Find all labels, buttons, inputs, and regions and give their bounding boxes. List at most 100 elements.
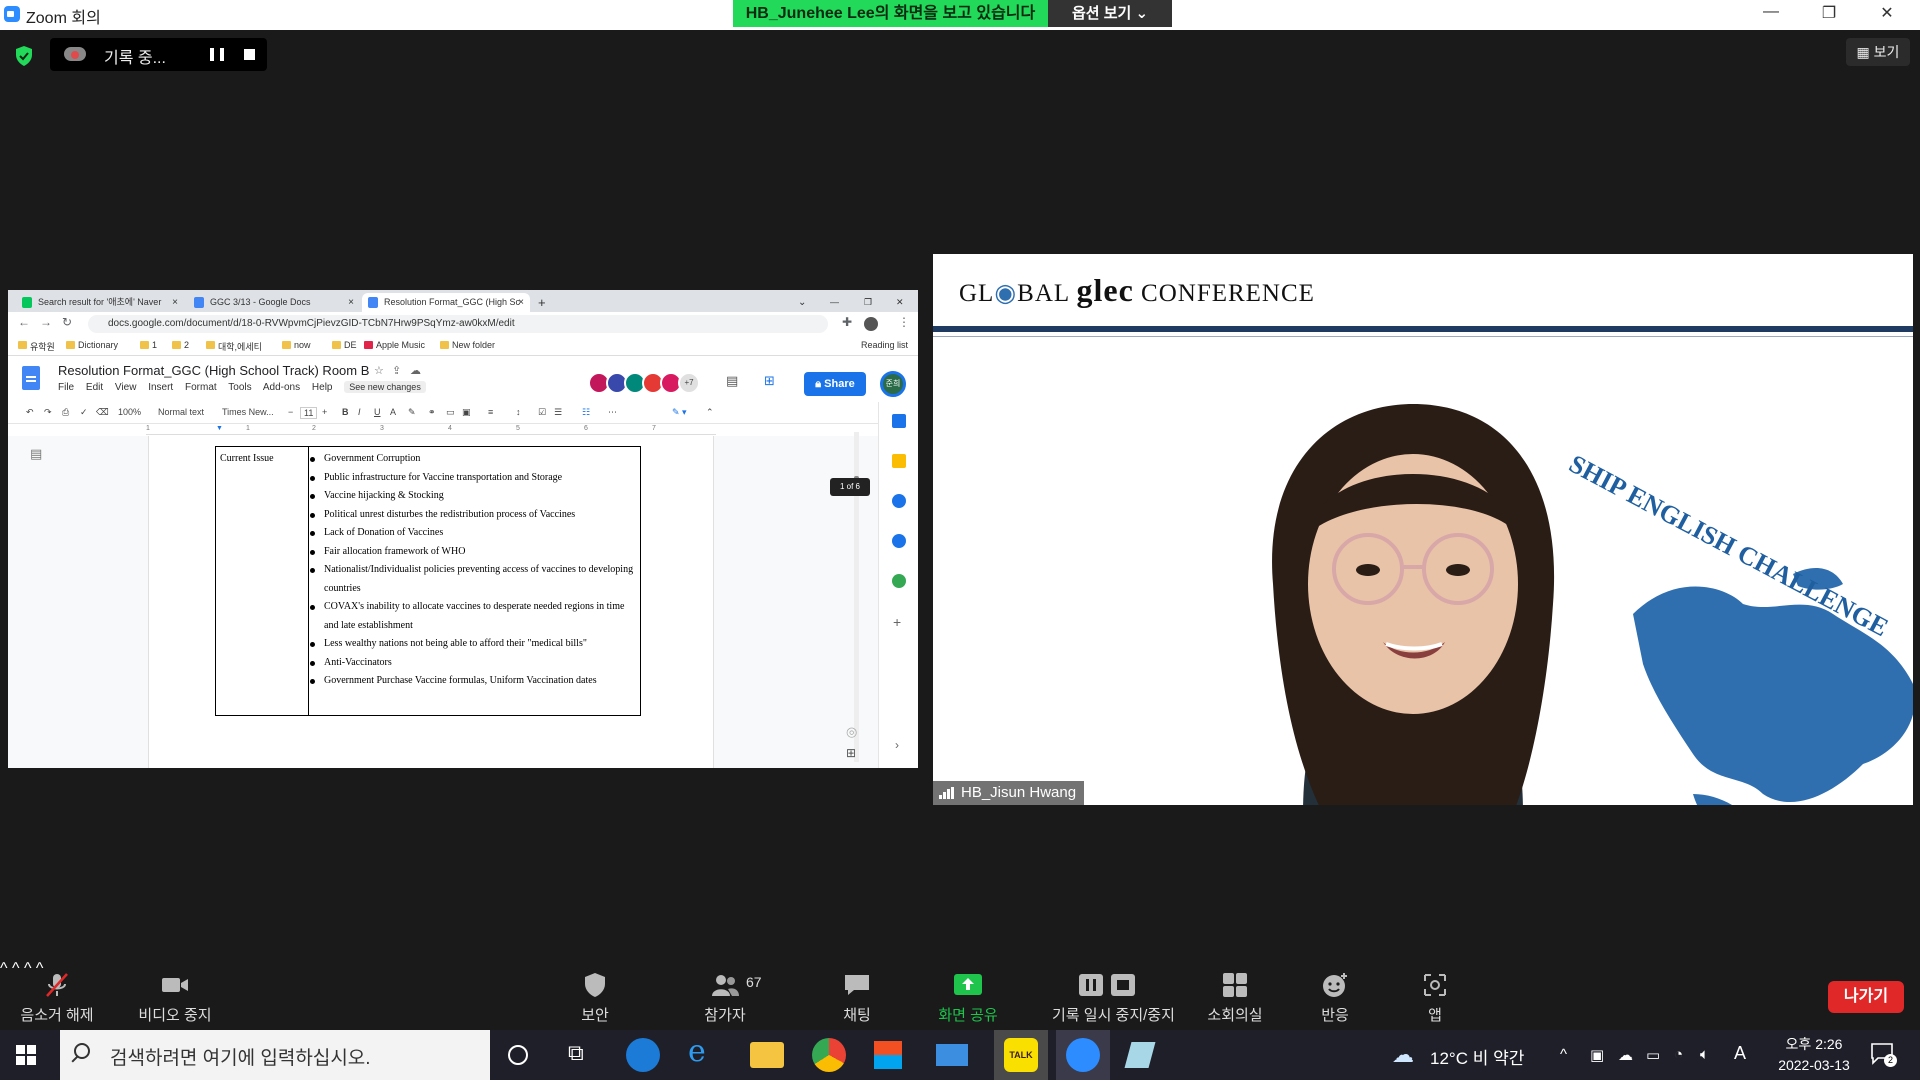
menu-format[interactable]: Format (185, 382, 217, 393)
ime-indicator[interactable]: A (1734, 1043, 1746, 1064)
redo-icon[interactable]: ↷ (44, 407, 52, 418)
minimize-button[interactable]: — (1748, 3, 1794, 27)
bookmark-item[interactable]: 유학원 (18, 340, 55, 353)
bullet-list-icon[interactable]: ☰ (554, 407, 562, 418)
stop-video-button[interactable]: 비디오 중지 (120, 960, 230, 1025)
explore-icon[interactable]: ⊞ (846, 746, 856, 760)
chat-button[interactable]: 채팅 (802, 960, 912, 1025)
security-button[interactable]: 보안 (540, 960, 650, 1025)
browser-tab-active[interactable]: Resolution Format_GGC (High Sc × (362, 293, 530, 312)
new-tab-icon[interactable]: + (528, 293, 546, 312)
menu-addons[interactable]: Add-ons (263, 382, 300, 393)
highlight-icon[interactable]: ✎ (408, 407, 416, 418)
bold-icon[interactable]: B (342, 407, 349, 417)
notepad-icon[interactable] (1124, 1042, 1156, 1068)
browser-tab[interactable]: Search result for '애초에' Naver × (16, 293, 184, 312)
stop-recording-icon[interactable] (244, 49, 255, 60)
document-page[interactable]: Current Issue Government Corruption Publ… (148, 436, 714, 768)
menu-help[interactable]: Help (312, 382, 333, 393)
bookmark-item[interactable]: 2 (172, 340, 189, 350)
breakout-rooms-button[interactable]: 소회의실 (1180, 960, 1290, 1025)
close-tab-icon[interactable]: × (348, 293, 354, 312)
address-bar[interactable]: docs.google.com/document/d/18-0-RVWpvmCj… (88, 315, 828, 333)
participants-button[interactable]: 참가자 (670, 960, 780, 1025)
volume-icon[interactable]: 🔈︎ (1700, 1046, 1709, 1063)
cortana-icon[interactable] (508, 1045, 528, 1065)
star-icon[interactable]: ☆ (374, 364, 384, 377)
font-select[interactable]: Times New... (222, 407, 274, 417)
pause-stop-recording-button[interactable]: 기록 일시 중지/중지 (1052, 960, 1175, 1025)
bookmark-item[interactable]: New folder (440, 340, 495, 350)
style-select[interactable]: Normal text (158, 407, 204, 417)
collapse-toolbar-icon[interactable]: ⌃ (706, 407, 714, 418)
calendar-icon[interactable] (892, 414, 906, 428)
link-icon[interactable]: ⚭ (428, 407, 436, 418)
spellcheck-icon[interactable]: ✓ (80, 407, 88, 418)
reload-icon[interactable]: ↻ (62, 315, 72, 329)
expand-panel-icon[interactable]: › (895, 738, 899, 752)
user-avatar[interactable]: 준희 (880, 371, 906, 397)
close-tab-icon[interactable]: × (172, 293, 178, 312)
menu-tools[interactable]: Tools (228, 382, 251, 393)
more-collaborators-badge[interactable]: +7 (678, 372, 700, 394)
extensions-icon[interactable]: ✚ (842, 315, 852, 329)
tasks-icon[interactable] (892, 494, 906, 508)
show-hidden-icons[interactable]: ^ (1560, 1046, 1567, 1063)
maximize-button[interactable]: ❐ (1806, 3, 1852, 27)
bookmark-item[interactable]: now (282, 340, 311, 350)
grammarly-icon[interactable]: ◎ (846, 724, 857, 740)
meet-now-icon[interactable]: ▣ (1590, 1046, 1604, 1064)
tab-search-icon[interactable]: ⌄ (798, 293, 806, 312)
move-folder-icon[interactable]: ⇪ (392, 364, 401, 377)
maps-icon[interactable] (892, 574, 906, 588)
pause-recording-icon[interactable] (210, 48, 224, 61)
numbered-list-icon[interactable]: ☷ (582, 407, 590, 418)
comment-icon[interactable]: ▭ (446, 407, 455, 418)
meet-present-icon[interactable]: ⊞ (764, 373, 775, 389)
menu-file[interactable]: File (58, 382, 74, 393)
text-color-icon[interactable]: A (390, 407, 396, 417)
contacts-icon[interactable] (892, 534, 906, 548)
weather-text[interactable]: 12°C 비 약간 (1430, 1044, 1524, 1069)
taskbar-search[interactable]: 검색하려면 여기에 입력하십시오. (60, 1030, 490, 1080)
internet-explorer-icon[interactable]: e (688, 1034, 722, 1069)
reading-list-button[interactable]: Reading list (861, 340, 908, 350)
task-view-icon[interactable]: ⧉ (568, 1040, 602, 1074)
font-size-input[interactable]: 11 (300, 407, 318, 419)
outline-icon[interactable]: ▤ (30, 446, 42, 462)
keep-icon[interactable] (892, 454, 906, 468)
profile-avatar[interactable] (864, 317, 878, 331)
browser-close-icon[interactable]: ✕ (896, 293, 904, 312)
browser-restore-icon[interactable]: ❐ (864, 293, 872, 312)
forward-icon[interactable]: → (40, 315, 52, 329)
align-icon[interactable]: ≡ (488, 407, 493, 417)
increase-size-icon[interactable]: + (322, 407, 327, 417)
mail-icon[interactable] (936, 1044, 968, 1066)
onedrive-icon[interactable]: ☁ (1618, 1046, 1633, 1064)
print-icon[interactable]: ⎙ (62, 407, 69, 418)
back-icon[interactable]: ← (18, 315, 30, 329)
bookmark-item[interactable]: Apple Music (364, 340, 425, 350)
editing-mode-icon[interactable]: ✎ ▾ (672, 407, 687, 418)
paint-format-icon[interactable]: ⌫ (96, 407, 109, 418)
reactions-button[interactable]: 반응 (1280, 960, 1390, 1025)
wifi-icon[interactable]: ◔ (1674, 1046, 1683, 1063)
menu-view[interactable]: View (115, 382, 137, 393)
italic-icon[interactable]: I (358, 407, 361, 417)
docs-logo-icon[interactable] (22, 366, 40, 390)
leave-meeting-button[interactable]: 나가기 (1828, 981, 1904, 1013)
menu-edit[interactable]: Edit (86, 382, 103, 393)
notification-center-icon[interactable]: 2 (1870, 1042, 1897, 1067)
share-screen-button[interactable]: 화면 공유 (913, 960, 1023, 1025)
share-button[interactable]: 🔒︎ Share (804, 372, 866, 396)
browser-minimize-icon[interactable]: — (830, 293, 839, 312)
unmute-button[interactable]: 음소거 해제 (2, 960, 112, 1025)
more-icon[interactable]: ⋯ (608, 407, 617, 418)
zoom-select[interactable]: 100% (118, 407, 141, 417)
file-explorer-icon[interactable] (750, 1042, 784, 1068)
close-button[interactable]: ✕ (1864, 3, 1910, 27)
battery-icon[interactable]: ▭ (1646, 1046, 1660, 1064)
underline-icon[interactable]: U (374, 407, 381, 417)
view-layout-button[interactable]: ▦ 보기 (1846, 38, 1910, 66)
participant-video[interactable]: GL◉BAL glec CONFERENCE SHIP ENGLISH CHAL… (933, 254, 1913, 805)
